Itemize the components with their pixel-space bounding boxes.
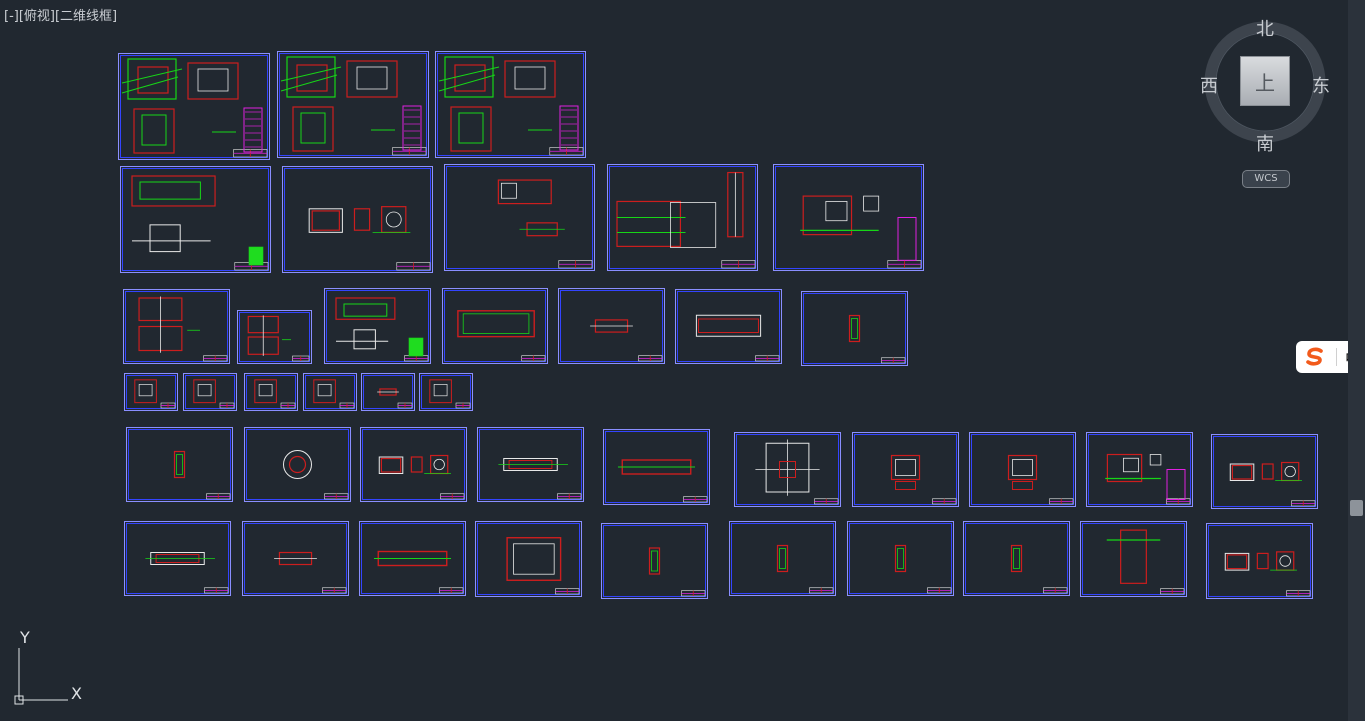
drawing-sheet[interactable] <box>242 521 349 596</box>
drawing-sheet[interactable] <box>123 289 230 364</box>
drawing-sheet-graphic <box>244 373 298 411</box>
drawing-sheet-graphic <box>124 373 178 411</box>
wcs-menu-button[interactable]: WCS <box>1242 170 1290 188</box>
drawing-sheet[interactable] <box>969 432 1076 507</box>
compass-east[interactable]: 东 <box>1312 72 1330 98</box>
drawing-sheet-graphic <box>1211 434 1318 509</box>
drawing-sheet-graphic <box>183 373 237 411</box>
drawing-sheet-graphic <box>244 427 351 502</box>
drawing-sheet-graphic <box>242 521 349 596</box>
drawing-sheet[interactable] <box>419 373 473 411</box>
drawing-sheet-graphic <box>419 373 473 411</box>
drawing-sheet-graphic <box>1080 521 1187 597</box>
drawing-sheet-graphic <box>123 289 230 364</box>
drawing-sheet[interactable] <box>603 429 710 505</box>
drawing-sheet[interactable] <box>801 291 908 366</box>
drawing-sheet-graphic <box>847 521 954 596</box>
viewport-controls-label[interactable]: [-][俯视][二维线框] <box>4 5 117 24</box>
drawing-sheet[interactable] <box>475 521 582 597</box>
drawing-sheet[interactable] <box>277 51 429 158</box>
drawing-sheet[interactable] <box>675 289 782 364</box>
drawing-sheet[interactable] <box>773 164 924 271</box>
drawing-sheet[interactable] <box>847 521 954 596</box>
drawing-sheet-graphic <box>773 164 924 271</box>
drawing-sheet-graphic <box>118 53 270 160</box>
drawing-sheet[interactable] <box>282 166 433 273</box>
drawing-sheet[interactable] <box>360 427 467 502</box>
drawing-sheet[interactable] <box>601 523 708 599</box>
drawing-sheet-graphic <box>963 521 1070 596</box>
drawing-sheet-graphic <box>475 521 582 597</box>
viewcube-top-face[interactable]: 上 <box>1240 56 1290 106</box>
drawing-sheet[interactable] <box>183 373 237 411</box>
drawing-sheet[interactable] <box>442 288 548 364</box>
drawing-sheet-graphic <box>969 432 1076 507</box>
drawing-sheet[interactable] <box>324 288 431 364</box>
drawing-sheet-graphic <box>801 291 908 366</box>
drawing-sheet-graphic <box>120 166 271 273</box>
drawing-sheet-graphic <box>1206 523 1313 599</box>
drawing-sheet[interactable] <box>124 373 178 411</box>
ucs-y-label: Y <box>20 628 30 647</box>
drawing-sheet-graphic <box>734 432 841 507</box>
drawing-sheet-graphic <box>1086 432 1193 507</box>
compass-north[interactable]: 北 <box>1256 15 1274 41</box>
drawing-sheet[interactable] <box>126 427 233 502</box>
drawing-sheet-graphic <box>360 427 467 502</box>
drawing-sheet[interactable] <box>558 288 665 364</box>
drawing-sheet[interactable] <box>303 373 357 411</box>
vertical-scrollbar[interactable] <box>1348 0 1365 721</box>
drawing-sheet[interactable] <box>435 51 586 158</box>
drawing-sheet-graphic <box>852 432 959 507</box>
drawing-sheet-graphic <box>607 164 758 271</box>
drawing-sheet-graphic <box>603 429 710 505</box>
compass-west[interactable]: 西 <box>1200 72 1218 98</box>
drawing-sheet[interactable] <box>477 427 584 502</box>
drawing-sheet[interactable] <box>1080 521 1187 597</box>
drawing-sheet[interactable] <box>729 521 836 596</box>
drawing-sheet[interactable] <box>244 427 351 502</box>
ime-separator <box>1336 348 1337 366</box>
drawing-sheet-graphic <box>124 521 231 596</box>
drawing-sheet-graphic <box>558 288 665 364</box>
viewcube[interactable]: 北 南 东 西 上 WCS <box>1198 12 1336 192</box>
vertical-scrollbar-thumb[interactable] <box>1350 500 1363 516</box>
drawing-sheet[interactable] <box>118 53 270 160</box>
drawing-sheet[interactable] <box>361 373 415 411</box>
ucs-x-label: X <box>71 684 82 703</box>
drawing-sheet-graphic <box>601 523 708 599</box>
drawing-sheet[interactable] <box>359 521 466 596</box>
model-space-canvas[interactable] <box>0 0 1348 721</box>
drawing-sheet-graphic <box>359 521 466 596</box>
drawing-sheet-graphic <box>729 521 836 596</box>
drawing-sheet-graphic <box>361 373 415 411</box>
drawing-sheet[interactable] <box>963 521 1070 596</box>
drawing-sheet-graphic <box>303 373 357 411</box>
ucs-icon: Y X <box>10 628 90 712</box>
drawing-sheet-graphic <box>277 51 429 158</box>
drawing-sheet[interactable] <box>1211 434 1318 509</box>
drawing-sheet-graphic <box>126 427 233 502</box>
drawing-sheet-graphic <box>324 288 431 364</box>
drawing-sheet[interactable] <box>852 432 959 507</box>
drawing-sheet[interactable] <box>607 164 758 271</box>
drawing-sheet[interactable] <box>124 521 231 596</box>
drawing-sheet-graphic <box>442 288 548 364</box>
compass-south[interactable]: 南 <box>1256 130 1274 156</box>
drawing-sheet[interactable] <box>244 373 298 411</box>
drawing-sheet[interactable] <box>1086 432 1193 507</box>
drawing-sheet-graphic <box>282 166 433 273</box>
drawing-sheet[interactable] <box>237 310 312 364</box>
drawing-sheet[interactable] <box>444 164 595 271</box>
drawing-sheet[interactable] <box>734 432 841 507</box>
sogou-logo-icon <box>1306 347 1323 366</box>
drawing-sheet-graphic <box>444 164 595 271</box>
drawing-sheet-graphic <box>477 427 584 502</box>
drawing-sheet[interactable] <box>1206 523 1313 599</box>
drawing-sheet-graphic <box>675 289 782 364</box>
drawing-sheet-graphic <box>435 51 586 158</box>
drawing-sheet-graphic <box>237 310 312 364</box>
drawing-sheet[interactable] <box>120 166 271 273</box>
